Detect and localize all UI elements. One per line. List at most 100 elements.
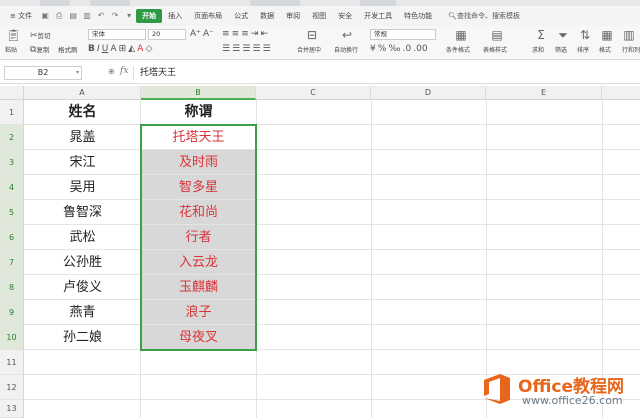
zoom-icon[interactable]: ⊕ [108,67,115,76]
tab-features[interactable]: 特色功能 [398,9,438,23]
format-icon[interactable]: ▦ [600,28,614,42]
distribute-icon[interactable]: ☰ [263,44,271,54]
align-horizontal-row[interactable]: ☰ ☰ ☰ ☰ ☰ [222,44,271,54]
tab-home[interactable]: 开始 [136,9,163,23]
row-col-label[interactable]: 行和列 [622,45,640,54]
merge-center-icon[interactable]: ⊟ [305,28,319,42]
increase-decimal-icon[interactable]: .0 [403,44,412,54]
tab-view[interactable]: 视图 [306,9,332,23]
chevron-down-icon[interactable]: ▾ [76,67,79,79]
file-menu[interactable]: ≡ 文件 [4,9,38,23]
row-header-11[interactable]: 11 [0,350,24,375]
tab-review[interactable]: 审阅 [280,9,306,23]
font-color-icon[interactable]: A [137,44,143,54]
wrap-text-label[interactable]: 自动换行 [334,45,358,54]
more-icon[interactable]: ▾ [124,11,134,21]
align-left-icon[interactable]: ☰ [222,44,230,54]
function-icon[interactable]: fx [120,66,128,76]
filter-icon[interactable]: ⏷ [556,28,570,42]
outdent-icon[interactable]: ⇤ [261,29,269,39]
select-all-corner[interactable] [0,86,24,100]
cell-a1-name-header[interactable]: 姓名 [24,100,141,125]
cell-a10[interactable]: 孙二娘 [24,325,141,350]
align-top-icon[interactable]: ≡ [222,29,230,39]
clear-format-icon[interactable]: ◇ [145,44,152,54]
tab-insert[interactable]: 插入 [162,9,188,23]
font-style-buttons[interactable]: B I U A ⊞ ◭ A ◇ [88,44,152,54]
indent-icon[interactable]: ⇥ [251,29,259,39]
row-header-3[interactable]: 3 [0,150,24,175]
currency-icon[interactable]: ¥ [370,44,376,54]
row-header-1[interactable]: 1 [0,100,24,125]
align-center-icon[interactable]: ☰ [232,44,240,54]
sum-icon[interactable]: Σ [534,28,548,42]
wrap-text-icon[interactable]: ↩ [340,28,354,42]
thousands-icon[interactable]: ‰ [388,44,400,54]
row-col-icon[interactable]: ▥ [622,28,636,42]
column-header-b[interactable]: B [141,86,256,100]
cell-a9[interactable]: 燕青 [24,300,141,325]
tab-formulas[interactable]: 公式 [228,9,254,23]
column-header-f[interactable] [602,86,640,100]
cut-button[interactable]: ✂剪切 [30,30,51,41]
font-grow-shrink[interactable]: A⁺ A⁻ [190,29,214,39]
save-icon[interactable]: ▣ [40,11,50,21]
tab-developer[interactable]: 开发工具 [358,9,398,23]
row-header-9[interactable]: 9 [0,300,24,325]
column-header-c[interactable]: C [256,86,371,100]
paste-label[interactable]: 粘贴 [5,45,17,54]
row-header-7[interactable]: 7 [0,250,24,275]
fill-color-icon[interactable]: ◭ [128,44,135,54]
format-label[interactable]: 格式 [599,45,611,54]
align-middle-icon[interactable]: ≡ [232,29,240,39]
justify-icon[interactable]: ☰ [252,44,260,54]
align-right-icon[interactable]: ☰ [242,44,250,54]
merge-center-label[interactable]: 合并居中 [297,45,321,54]
column-header-a[interactable]: A [24,86,141,100]
number-format-buttons[interactable]: ¥ % ‰ .0 .00 [370,44,428,54]
bold-icon[interactable]: B [88,44,95,54]
cell-a6[interactable]: 武松 [24,225,141,250]
row-header-10[interactable]: 10 [0,325,24,350]
row-header-8[interactable]: 8 [0,275,24,300]
tab-page-layout[interactable]: 页面布局 [188,9,228,23]
copy-button[interactable]: ⧉复制 [30,44,49,55]
paste-icon[interactable]: 📋︎ [6,28,21,42]
cell-a8[interactable]: 卢俊义 [24,275,141,300]
conditional-format-label[interactable]: 条件格式 [446,45,470,54]
tab-security[interactable]: 安全 [332,9,358,23]
print-icon[interactable]: ⎙ [54,11,64,21]
conditional-format-icon[interactable]: ▦ [454,28,468,42]
undo-icon[interactable]: ↶ [96,11,106,21]
export-icon[interactable]: ▥ [82,11,92,21]
cell-a3[interactable]: 宋江 [24,150,141,175]
cell-a4[interactable]: 吴用 [24,175,141,200]
underline-icon[interactable]: U [102,44,109,54]
font-name-select[interactable]: 宋体 [88,29,146,40]
preview-icon[interactable]: ▤ [68,11,78,21]
filter-label[interactable]: 筛选 [555,45,567,54]
row-header-2[interactable]: 2 [0,125,24,150]
row-header-5[interactable]: 5 [0,200,24,225]
column-header-d[interactable]: D [371,86,486,100]
cell-a5[interactable]: 鲁智深 [24,200,141,225]
column-header-e[interactable]: E [486,86,602,100]
cell-a2[interactable]: 晁盖 [24,125,141,150]
sort-label[interactable]: 排序 [577,45,589,54]
percent-icon[interactable]: % [378,44,387,54]
cell-a7[interactable]: 公孙胜 [24,250,141,275]
row-header-4[interactable]: 4 [0,175,24,200]
table-style-icon[interactable]: ▤ [490,28,504,42]
search-commands[interactable]: 🔍︎查找命令、搜索模板 [448,11,520,21]
border-icon[interactable]: ⊞ [119,44,127,54]
tab-data[interactable]: 数据 [254,9,280,23]
align-top-row[interactable]: ≡ ≡ ≡ ⇥ ⇤ [222,29,268,39]
name-box[interactable]: B2 ▾ [4,66,82,80]
font-size-select[interactable]: 20 [148,29,186,40]
number-format-select[interactable]: 常规 [370,29,436,40]
redo-icon[interactable]: ↷ [110,11,120,21]
sort-icon[interactable]: ⇅ [578,28,592,42]
italic-icon[interactable]: I [97,44,100,54]
formula-input[interactable]: 托塔天王 [140,66,176,80]
decrease-decimal-icon[interactable]: .00 [413,44,427,54]
